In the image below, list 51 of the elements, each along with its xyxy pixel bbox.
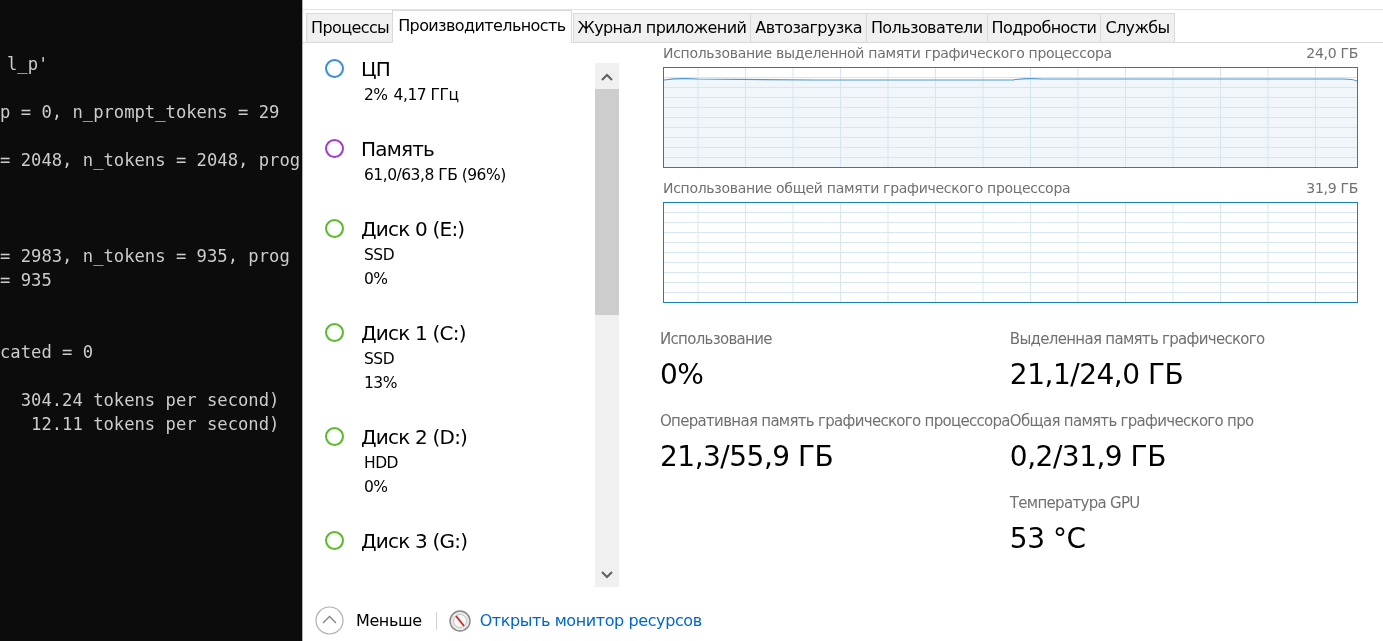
device-detail: 0% bbox=[364, 269, 388, 290]
stat-value: 0,2/31,9 ГБ bbox=[1009, 439, 1167, 475]
chevron-up-icon bbox=[315, 606, 344, 636]
terminal-line: cated = 0 bbox=[0, 341, 94, 364]
tab[interactable]: Производительность bbox=[392, 10, 572, 43]
device-detail: 61,0/63,8 ГБ (96%) bbox=[364, 165, 506, 186]
terminal-line: 304.24 tokens per second) bbox=[19, 389, 280, 412]
device-name[interactable]: ЦП bbox=[361, 57, 390, 81]
stat-value: 21,1/24,0 ГБ bbox=[1009, 357, 1185, 393]
stat-label: Оперативная память графического процессора bbox=[660, 411, 1010, 432]
graph-max: 31,9 ГБ bbox=[1306, 179, 1358, 198]
terminal-line: = 2048, n_tokens = 2048, prog bbox=[0, 149, 301, 172]
scroll-down-icon[interactable] bbox=[601, 571, 613, 579]
stat-label: Выделенная память графического bbox=[1009, 329, 1265, 350]
terminal-line: p = 0, n_prompt_tokens = 29 bbox=[0, 101, 280, 124]
graph-max: 24,0 ГБ bbox=[1306, 44, 1358, 63]
device-detail: 4,17 ГГц bbox=[393, 85, 459, 106]
device-detail: SSD bbox=[364, 349, 395, 370]
terminal-line: = 935 bbox=[0, 269, 52, 292]
terminal-line: 12.11 tokens per second) bbox=[30, 413, 280, 436]
terminal-line: l_p' bbox=[7, 53, 49, 76]
device-detail: 2% bbox=[364, 85, 388, 106]
device-name[interactable]: Диск 3 (G:) bbox=[361, 529, 468, 553]
device-name[interactable]: Диск 2 (D:) bbox=[361, 425, 468, 449]
device-name[interactable]: Диск 0 (E:) bbox=[361, 217, 465, 241]
stat-value: 53 °C bbox=[1009, 521, 1087, 557]
device-detail: 13% bbox=[364, 373, 397, 394]
tab[interactable]: Автозагрузка bbox=[750, 13, 867, 42]
scroll-up-icon[interactable] bbox=[601, 73, 613, 81]
tab[interactable]: Подробности bbox=[986, 13, 1102, 42]
terminal-line: = 2983, n_tokens = 935, prog bbox=[0, 245, 290, 268]
stat-label: Использование bbox=[660, 329, 773, 350]
stat-value: 0% bbox=[660, 357, 705, 393]
tab[interactable]: Службы bbox=[1100, 13, 1175, 42]
device-detail: HDD bbox=[364, 453, 399, 474]
stat-label: Температура GPU bbox=[1009, 493, 1141, 514]
tab[interactable]: Журнал приложений bbox=[572, 13, 752, 42]
fewer-details-button[interactable]: Меньше bbox=[315, 606, 422, 636]
graph-title: Использование общей памяти графического процессора bbox=[663, 179, 1071, 198]
device-name[interactable]: Память bbox=[361, 137, 435, 161]
resource-monitor-link[interactable]: Открыть монитор ресурсов bbox=[479, 611, 702, 631]
stat-label: Общая память графического про bbox=[1009, 411, 1255, 432]
graph-title: Использование выделенной памяти графического процессора bbox=[663, 44, 1112, 63]
device-detail: 0% bbox=[364, 477, 388, 498]
tab[interactable]: Пользователи bbox=[865, 13, 988, 42]
scrollbar[interactable] bbox=[595, 63, 619, 587]
device-name[interactable]: Диск 1 (C:) bbox=[361, 321, 466, 345]
stat-value: 21,3/55,9 ГБ bbox=[660, 439, 835, 475]
tab[interactable]: Процессы bbox=[306, 13, 395, 42]
device-detail: SSD bbox=[364, 245, 395, 266]
gauge-icon bbox=[448, 609, 471, 632]
